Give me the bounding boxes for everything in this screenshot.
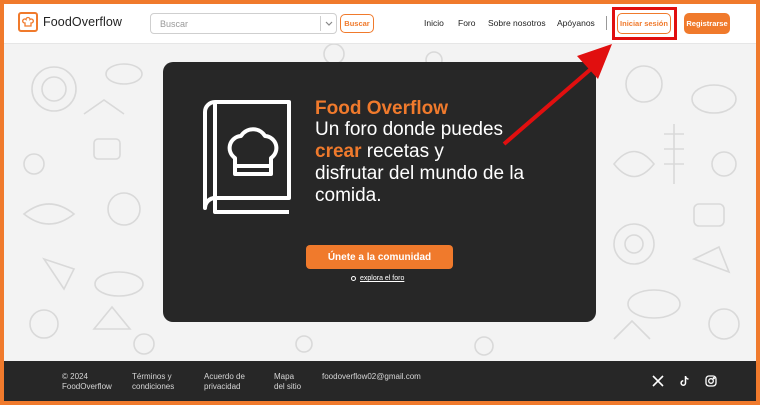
instagram-icon[interactable] (705, 375, 717, 387)
search-input[interactable] (151, 14, 319, 33)
nav-link-inicio[interactable]: Inicio (424, 18, 444, 28)
footer-copyright-line-1: © 2024 (62, 372, 88, 381)
hero-tagline-line-1: Un foro donde puedes (315, 119, 504, 140)
hero-tagline-accent: crear (315, 141, 362, 162)
hero-card: Food Overflow Un foro donde puedes crear… (163, 62, 596, 322)
nav-link-foro[interactable]: Foro (458, 18, 475, 28)
circle-icon (351, 276, 356, 281)
hero-title: Food Overflow (315, 98, 448, 119)
hero-tagline-line-2-rest: recetas y (361, 141, 444, 162)
footer-sitemap-link[interactable]: Mapa del sitio (274, 372, 301, 392)
explore-forum[interactable]: explora el foro (351, 275, 404, 282)
nav-link-apoyanos[interactable]: Apóyanos (557, 18, 595, 28)
footer-terms-line-1: Términos y (132, 372, 172, 381)
search-box (150, 13, 337, 34)
chevron-down-icon[interactable] (320, 16, 336, 31)
footer-copyright: © 2024 FoodOverflow (62, 372, 112, 392)
footer-privacy-link[interactable]: Acuerdo de privacidad (204, 372, 245, 392)
search-button[interactable]: Buscar (340, 14, 374, 33)
hero-tagline-line-4: comida. (315, 185, 382, 206)
footer-terms-link[interactable]: Términos y condiciones (132, 372, 174, 392)
footer: © 2024 FoodOverflow Términos y condicion… (4, 361, 756, 401)
chef-hat-logo-icon (18, 12, 38, 32)
footer-terms-line-2: condiciones (132, 382, 175, 391)
x-social-icon[interactable] (652, 375, 664, 387)
hero-tagline-line-3: disfrutar del mundo de la (315, 163, 525, 184)
footer-privacy-line-2: privacidad (204, 382, 241, 391)
nav-link-sobre-nosotros[interactable]: Sobre nosotros (488, 18, 546, 28)
join-community-button[interactable]: Únete a la comunidad (306, 245, 453, 269)
nav-divider (606, 16, 607, 30)
footer-privacy-line-1: Acuerdo de (204, 372, 245, 381)
hero-text: Food Overflow Un foro donde puedes crear… (315, 98, 585, 207)
explore-forum-link[interactable]: explora el foro (360, 275, 404, 282)
tiktok-icon[interactable] (679, 375, 691, 387)
brand-name: FoodOverflow (43, 15, 123, 29)
brand-logo[interactable]: FoodOverflow (18, 12, 122, 32)
register-button[interactable]: Registrarse (684, 13, 730, 34)
footer-sitemap-line-2: del sitio (274, 382, 302, 391)
footer-copyright-line-2: FoodOverflow (62, 382, 112, 391)
login-highlight-annotation (612, 7, 677, 40)
book-chef-hat-icon (203, 100, 291, 214)
footer-email[interactable]: foodoverflow02@gmail.com (322, 372, 421, 382)
page-frame: FoodOverflow Buscar Inicio Foro Sobre no… (4, 4, 756, 401)
footer-sitemap-line-1: Mapa (274, 372, 295, 381)
hero-tagline-line-2: crear recetas y (315, 141, 585, 163)
